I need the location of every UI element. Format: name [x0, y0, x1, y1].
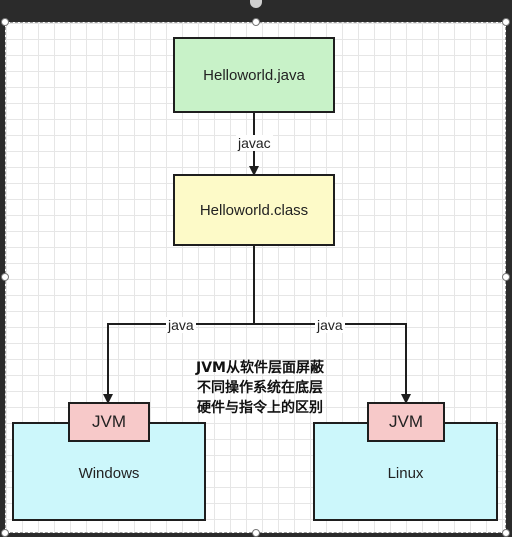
jvm-note-line-1: JVM从软件层面屏蔽: [196, 360, 324, 376]
jvm-note-line-3: 硬件与指令上的区别: [197, 400, 323, 416]
node-helloworld-java[interactable]: Helloworld.java: [173, 37, 335, 113]
edge-label-java-right: java: [315, 317, 345, 333]
node-jvm-linux-label: JVM: [389, 412, 423, 431]
jvm-note: JVM从软件层面屏蔽 不同操作系统在底层 硬件与指令上的区别: [175, 358, 345, 418]
edge-label-javac: javac: [236, 135, 273, 151]
node-windows-label: Windows: [78, 465, 140, 482]
node-jvm-linux[interactable]: JVM: [367, 402, 445, 442]
node-linux-label: Linux: [387, 465, 424, 482]
node-jvm-windows-label: JVM: [92, 412, 126, 431]
node-helloworld-java-label: Helloworld.java: [203, 66, 305, 84]
node-helloworld-class-label: Helloworld.class: [199, 201, 309, 219]
edge-label-java-left: java: [166, 317, 196, 333]
node-jvm-windows[interactable]: JVM: [68, 402, 150, 442]
jvm-note-line-2: 不同操作系统在底层: [197, 380, 323, 396]
node-helloworld-class[interactable]: Helloworld.class: [173, 174, 335, 246]
